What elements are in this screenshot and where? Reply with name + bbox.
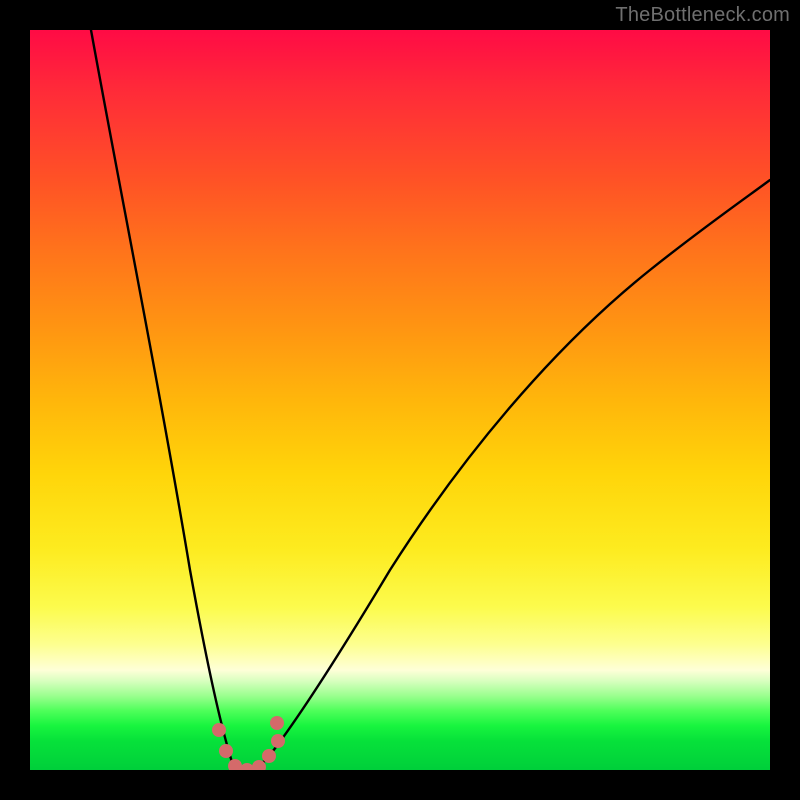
marker-layer — [30, 30, 770, 770]
marker-dot — [271, 734, 285, 748]
marker-dot — [270, 716, 284, 730]
marker-dot — [228, 759, 242, 770]
marker-dot — [240, 763, 254, 770]
marker-dot — [219, 744, 233, 758]
marker-group — [212, 716, 285, 770]
marker-dot — [262, 749, 276, 763]
marker-dot — [252, 760, 266, 770]
watermark-text: TheBottleneck.com — [615, 4, 790, 27]
chart-container: TheBottleneck.com — [0, 0, 800, 800]
marker-dot — [212, 723, 226, 737]
